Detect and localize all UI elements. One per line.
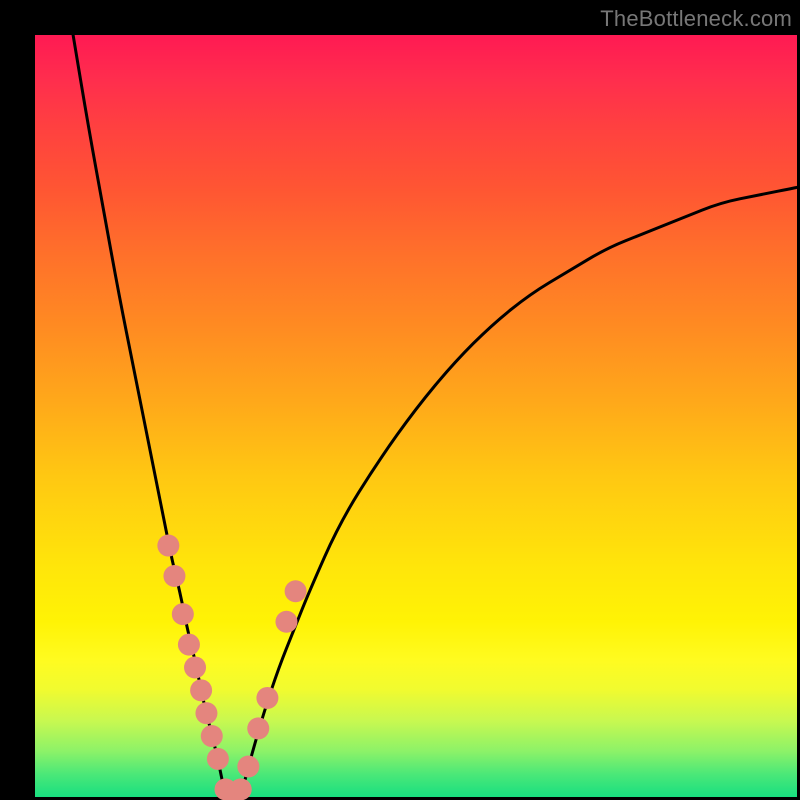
scatter-dot bbox=[184, 656, 206, 678]
scatter-dot bbox=[178, 634, 200, 656]
scatter-dot bbox=[256, 687, 278, 709]
scatter-dot bbox=[247, 717, 269, 739]
scatter-dot bbox=[285, 580, 307, 602]
scatter-dot bbox=[157, 535, 179, 557]
scatter-dot bbox=[201, 725, 223, 747]
curve-right-branch bbox=[241, 187, 797, 797]
scatter-dot bbox=[275, 611, 297, 633]
plot-area bbox=[35, 35, 797, 797]
curve-lines bbox=[73, 35, 797, 797]
watermark-text: TheBottleneck.com bbox=[600, 6, 792, 32]
scatter-dot bbox=[230, 778, 252, 800]
scatter-dot bbox=[237, 756, 259, 778]
chart-frame: TheBottleneck.com bbox=[0, 0, 800, 800]
chart-svg bbox=[35, 35, 797, 797]
scatter-dots bbox=[157, 535, 306, 800]
scatter-dot bbox=[195, 702, 217, 724]
scatter-dot bbox=[172, 603, 194, 625]
scatter-dot bbox=[207, 748, 229, 770]
scatter-dot bbox=[163, 565, 185, 587]
scatter-dot bbox=[190, 679, 212, 701]
